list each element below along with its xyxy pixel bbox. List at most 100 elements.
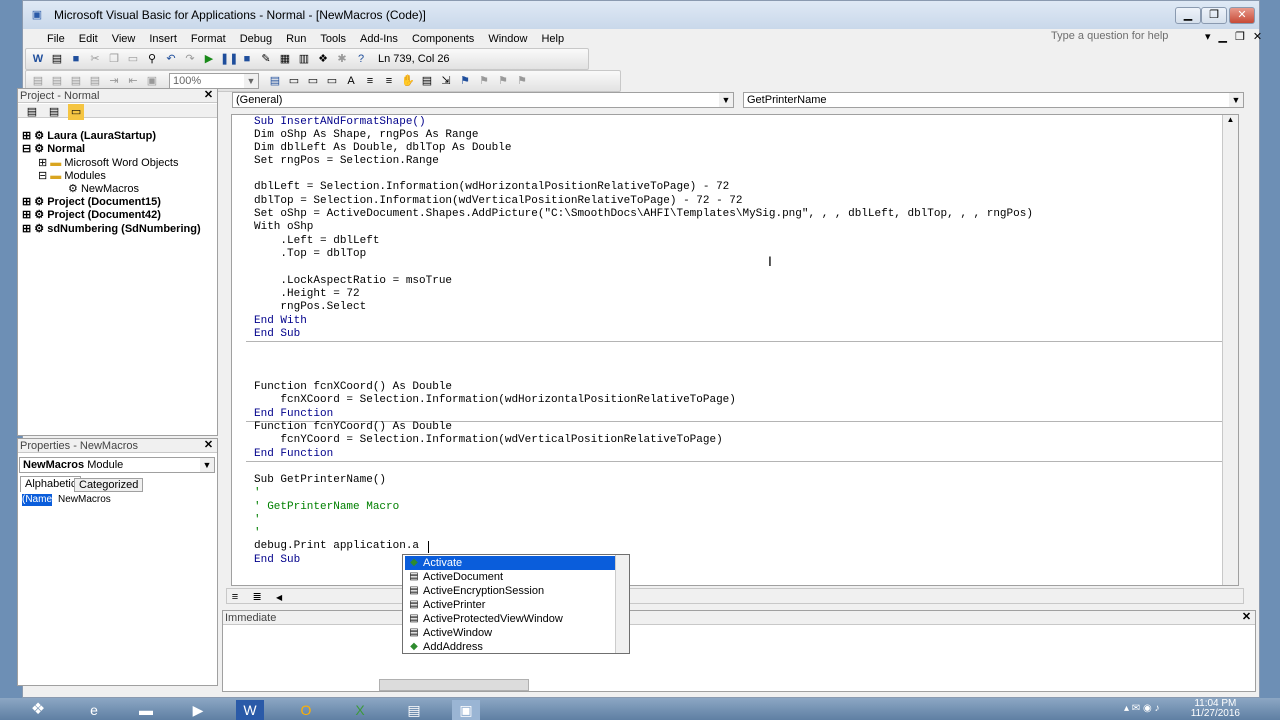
expand-icon[interactable]: ⊞ [22, 196, 31, 208]
object-dropdown[interactable]: (General) ▼ [232, 92, 734, 108]
close-icon[interactable]: ✕ [202, 89, 215, 102]
break-icon[interactable]: ❚❚ [220, 51, 238, 67]
menu-view[interactable]: View [112, 33, 136, 45]
redo-icon[interactable]: ↷ [182, 51, 198, 67]
procedure-dropdown[interactable]: GetPrinterName ▼ [743, 92, 1244, 108]
expand-icon[interactable]: ⊞ [22, 130, 31, 142]
step-into-icon[interactable]: ▤ [419, 73, 435, 89]
align-icon[interactable]: ▣ [144, 73, 160, 89]
project-item-sdnumbering[interactable]: ⊞ ⚙ sdNumbering (SdNumbering) [22, 222, 201, 235]
autocomplete-item[interactable]: ▤ ActiveProtectedViewWindow [405, 612, 615, 626]
procedure-view-icon[interactable]: ≡ [227, 589, 243, 605]
copy-icon[interactable]: ❐ [106, 51, 122, 67]
autocomplete-item[interactable]: ▤ ActivePrinter [405, 598, 615, 612]
tab-categorized[interactable]: Categorized [74, 478, 144, 492]
code-vertical-scrollbar[interactable]: ▲ [1222, 115, 1238, 585]
folder-modules[interactable]: ⊟ ▬ Modules [38, 169, 106, 182]
word-icon[interactable]: W [30, 51, 46, 67]
parameter-info-icon[interactable]: ▤ [87, 73, 103, 89]
help-icon[interactable]: ? [353, 51, 369, 67]
scroll-left-icon[interactable]: ◀ [271, 590, 287, 606]
vba-taskbar-icon[interactable]: ▣ [452, 700, 480, 720]
menu-tools[interactable]: Tools [320, 33, 346, 45]
start-button[interactable]: ❖ [24, 700, 52, 720]
outdent-icon[interactable]: ⇤ [125, 73, 141, 89]
code-window-icon[interactable]: ▤ [267, 73, 283, 89]
close-icon[interactable]: ✕ [1240, 611, 1253, 624]
menu-format[interactable]: Format [191, 33, 226, 45]
autocomplete-item[interactable]: ▤ ActiveDocument [405, 570, 615, 584]
immediate-window[interactable]: Immediate ✕ [222, 610, 1256, 692]
view-code-icon[interactable]: ▤ [24, 104, 40, 120]
menu-insert[interactable]: Insert [149, 33, 177, 45]
expand-icon[interactable]: ⊞ [22, 209, 31, 221]
autocomplete-list[interactable]: ◆ Activate ▤ ActiveDocument ▤ ActiveEncrypt… [402, 554, 630, 654]
scroll-up-icon[interactable]: ▲ [1223, 115, 1238, 124]
property-name-value[interactable]: NewMacros [58, 494, 111, 506]
object-browser-icon[interactable]: ❖ [315, 51, 331, 67]
menu-file[interactable]: File [47, 33, 65, 45]
maximize-button[interactable]: ❐ [1201, 7, 1227, 24]
cut-icon[interactable]: ✂ [87, 51, 103, 67]
explorer-icon[interactable]: ▬ [132, 700, 160, 720]
close-icon[interactable]: ✕ [202, 439, 215, 452]
properties-window-icon[interactable]: ▥ [296, 51, 312, 67]
prev-bookmark-icon[interactable]: ⚑ [495, 73, 511, 89]
comment-block-icon[interactable]: ≡ [362, 73, 378, 89]
notes-icon[interactable]: ▤ [400, 700, 428, 720]
menu-components[interactable]: Components [412, 33, 474, 45]
expand-icon[interactable]: ⊞ [38, 157, 47, 169]
autocomplete-scrollbar[interactable] [615, 555, 629, 653]
watch-window-icon[interactable]: ▭ [324, 73, 340, 89]
uncomment-block-icon[interactable]: ≡ [381, 73, 397, 89]
autocomplete-item-selected[interactable]: ◆ Activate [405, 556, 617, 570]
menu-run[interactable]: Run [286, 33, 306, 45]
code-horizontal-scrollbar[interactable]: ≡ ≣ ◀ [226, 588, 1244, 604]
expand-icon[interactable]: ⊞ [22, 223, 31, 235]
menu-help[interactable]: Help [541, 33, 564, 45]
immediate-window-icon[interactable]: ▭ [286, 73, 302, 89]
word-taskbar-icon[interactable]: W [236, 700, 264, 720]
autocomplete-item[interactable]: ◆ AddAddress [405, 640, 615, 654]
complete-word-icon[interactable]: A [343, 73, 359, 89]
design-mode-icon[interactable]: ✎ [258, 51, 274, 67]
zoom-combo[interactable]: 100% ▼ [169, 73, 259, 89]
bookmark-icon[interactable]: ⚑ [457, 73, 473, 89]
system-clock[interactable]: 11:04 PM 11/27/2016 [1191, 699, 1240, 719]
save-icon[interactable]: ■ [68, 51, 84, 67]
collapse-icon[interactable]: ⊟ [22, 143, 31, 155]
reset-icon[interactable]: ■ [239, 51, 255, 67]
project-item-normal[interactable]: ⊟ ⚙ Normal [22, 142, 85, 155]
clear-bookmarks-icon[interactable]: ⚑ [514, 73, 530, 89]
close-button[interactable]: ✕ [1229, 7, 1255, 24]
media-player-icon[interactable]: ▶ [184, 700, 212, 720]
toggle-folders-icon[interactable]: ▭ [68, 104, 85, 120]
list-properties-icon[interactable]: ▤ [30, 73, 46, 89]
collapse-icon[interactable]: ⊟ [38, 170, 47, 182]
quick-info-icon[interactable]: ▤ [68, 73, 84, 89]
paste-icon[interactable]: ▭ [125, 51, 141, 67]
run-icon[interactable]: ▶ [201, 51, 217, 67]
mdi-window-controls[interactable]: ▾▁❐✕ [1205, 30, 1262, 43]
tab-alphabetic[interactable]: Alphabetic [20, 476, 82, 492]
autocomplete-item[interactable]: ▤ ActiveWindow [405, 626, 615, 640]
menu-edit[interactable]: Edit [79, 33, 98, 45]
project-item-document15[interactable]: ⊞ ⚙ Project (Document15) [22, 195, 161, 208]
ie-icon[interactable]: e [80, 700, 108, 720]
undo-icon[interactable]: ↶ [163, 51, 179, 67]
view-object-icon[interactable]: ▤ [46, 104, 62, 120]
toggle-breakpoint-icon[interactable]: ✋ [400, 73, 416, 89]
indent-icon[interactable]: ⇥ [106, 73, 122, 89]
list-constants-icon[interactable]: ▤ [49, 73, 65, 89]
insert-userform-icon[interactable]: ▤ [49, 51, 65, 67]
menu-debug[interactable]: Debug [240, 33, 272, 45]
project-item-document42[interactable]: ⊞ ⚙ Project (Document42) [22, 208, 161, 221]
full-module-view-icon[interactable]: ≣ [249, 589, 265, 605]
project-explorer-icon[interactable]: ▦ [277, 51, 293, 67]
autocomplete-item[interactable]: ▤ ActiveEncryptionSession [405, 584, 615, 598]
find-icon[interactable]: ⚲ [144, 51, 160, 67]
outlook-icon[interactable]: O [292, 700, 320, 720]
project-item-laura[interactable]: ⊞ ⚙ Laura (LauraStartup) [22, 129, 156, 142]
tray-icons[interactable]: ▴ ✉ ◉ ♪ [1124, 703, 1159, 714]
property-name-key[interactable]: (Name) [22, 494, 55, 506]
